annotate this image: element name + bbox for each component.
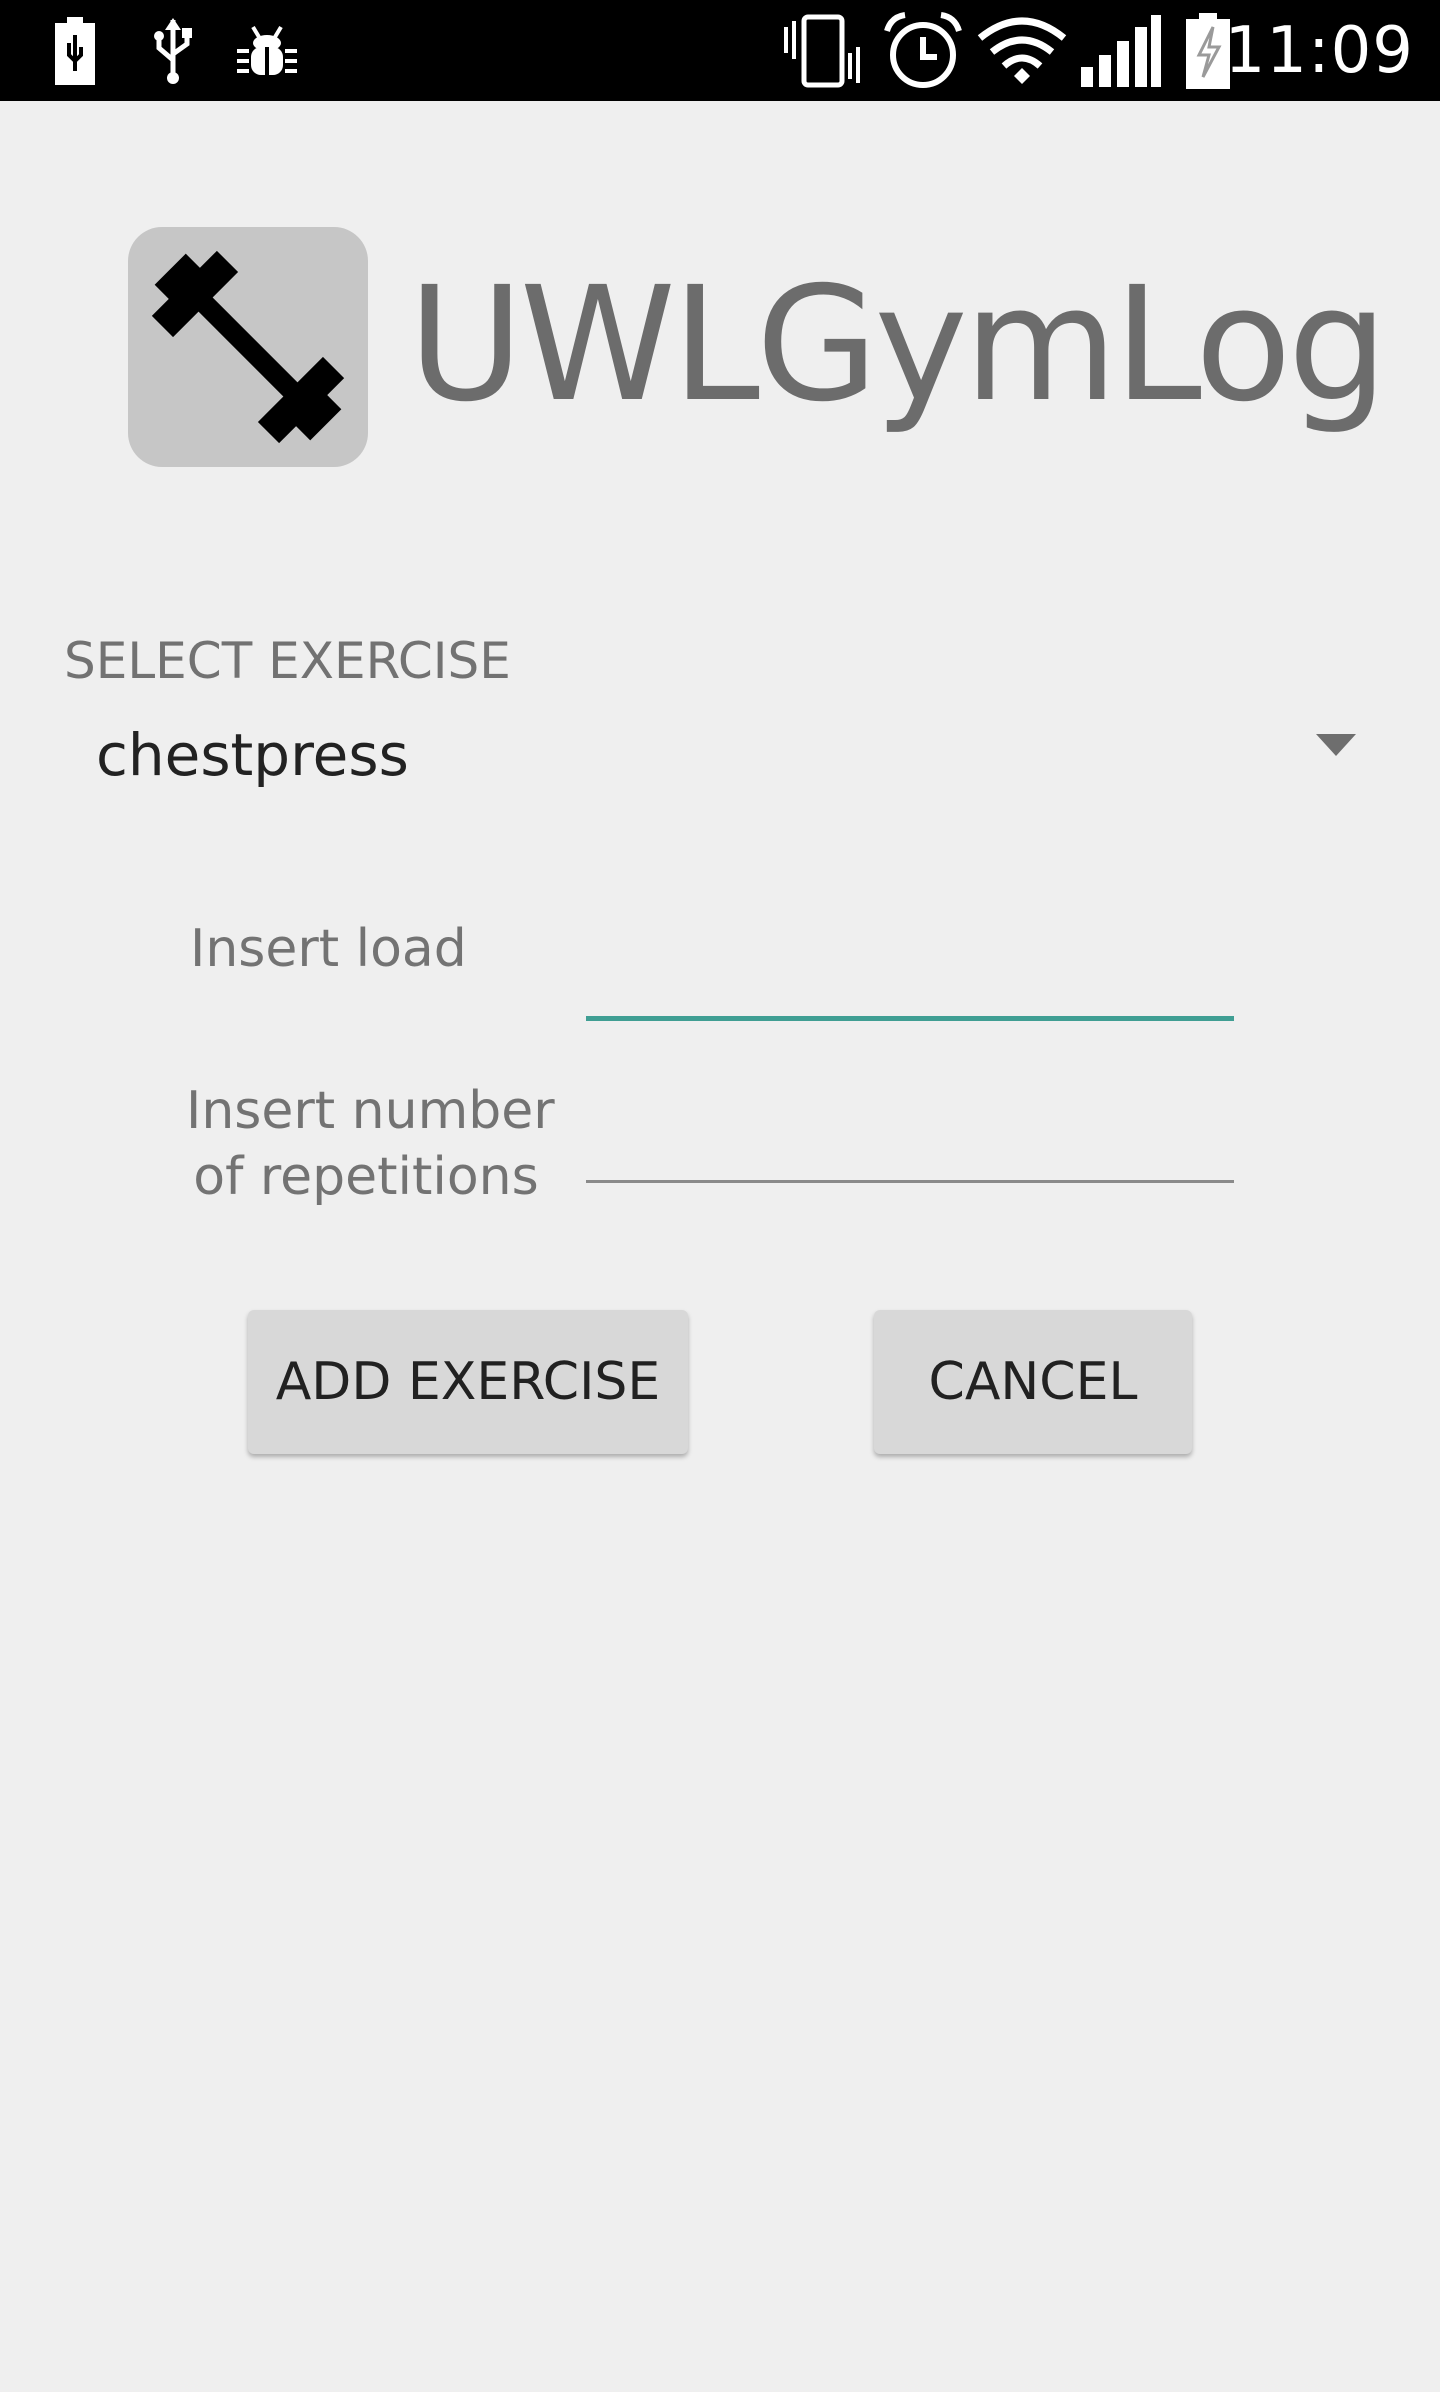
signal-icon [1078,0,1164,101]
dumbbell-icon [128,227,368,467]
debug-bug-icon [232,0,302,101]
exercise-selected-value: chestpress [96,721,409,789]
reps-input-underline [586,1180,1234,1183]
load-input[interactable] [586,910,1234,1020]
dropdown-arrow-icon [1316,734,1356,756]
usb-icon [148,0,198,101]
wifi-icon [976,0,1068,101]
exercise-spinner[interactable]: chestpress [64,700,1376,810]
status-bar: 11:09 [0,0,1440,101]
insert-reps-label: Insert number of repetitions [186,1078,555,1210]
cancel-button[interactable]: CANCEL [874,1310,1192,1454]
select-exercise-label: SELECT EXERCISE [64,632,511,690]
add-exercise-button[interactable]: ADD EXERCISE [248,1310,688,1454]
reps-input[interactable] [586,1070,1234,1180]
status-time: 11:09 [1224,13,1414,88]
load-input-underline [586,1016,1234,1021]
alarm-icon [880,0,966,101]
app-logo [128,227,368,467]
insert-reps-label-line2: of repetitions [193,1147,539,1207]
app-title: UWLGymLog [408,253,1388,437]
battery-plug-icon [50,0,100,101]
insert-reps-label-line1: Insert number [186,1081,555,1141]
insert-load-label: Insert load [190,919,467,979]
vibrate-icon [782,0,862,101]
